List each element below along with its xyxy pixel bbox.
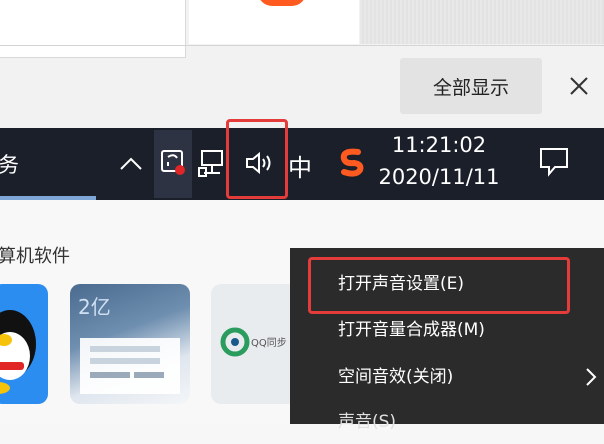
qq-sync-label: QQ同步 <box>251 338 287 349</box>
section-title: 算机软件 <box>0 246 70 267</box>
app-login-window-image: 2亿 <box>78 295 180 394</box>
sound-settings-highlight-box <box>308 257 570 314</box>
clock-time[interactable]: 11:21:02 <box>370 133 508 157</box>
show-all-button[interactable]: 全部显示 <box>400 58 542 114</box>
app-screenshot-tile[interactable]: 2亿 <box>70 284 190 404</box>
network-icon[interactable] <box>198 148 228 178</box>
top-right-panel-texture <box>360 0 604 44</box>
qq-penguin-icon <box>0 310 36 394</box>
volume-icon[interactable] <box>244 149 274 177</box>
close-icon <box>570 77 588 95</box>
show-all-label: 全部显示 <box>432 76 509 99</box>
sogou-input-icon[interactable] <box>336 146 368 178</box>
qq-app-tile[interactable] <box>0 284 48 404</box>
close-button[interactable] <box>554 58 604 114</box>
taskbar-app-label[interactable]: 务 <box>0 149 19 179</box>
input-method-indicator[interactable]: 中 <box>288 148 312 183</box>
menu-item-label: 打开音量合成器(M) <box>338 320 485 340</box>
recording-icon <box>161 150 185 175</box>
menu-item-open-volume-mixer[interactable]: 打开音量合成器(M) <box>290 308 604 352</box>
top-center-window <box>189 0 359 44</box>
menu-item-sounds[interactable]: 声音(S) <box>290 400 604 444</box>
clock-date[interactable]: 2020/11/11 <box>370 165 508 189</box>
svg-text:2亿: 2亿 <box>78 295 111 319</box>
menu-item-label: 空间音效(关闭) <box>338 367 454 387</box>
notification-center-icon[interactable] <box>537 144 571 178</box>
chevron-right-icon <box>586 368 597 386</box>
menu-item-label: 声音(S) <box>338 412 397 432</box>
menu-item-spatial-sound[interactable]: 空间音效(关闭) <box>290 355 604 399</box>
top-divider <box>0 45 604 46</box>
top-left-window <box>0 0 186 58</box>
qq-sync-app-tile[interactable]: QQ同步 <box>211 284 301 404</box>
chevron-up-icon[interactable] <box>117 152 145 176</box>
